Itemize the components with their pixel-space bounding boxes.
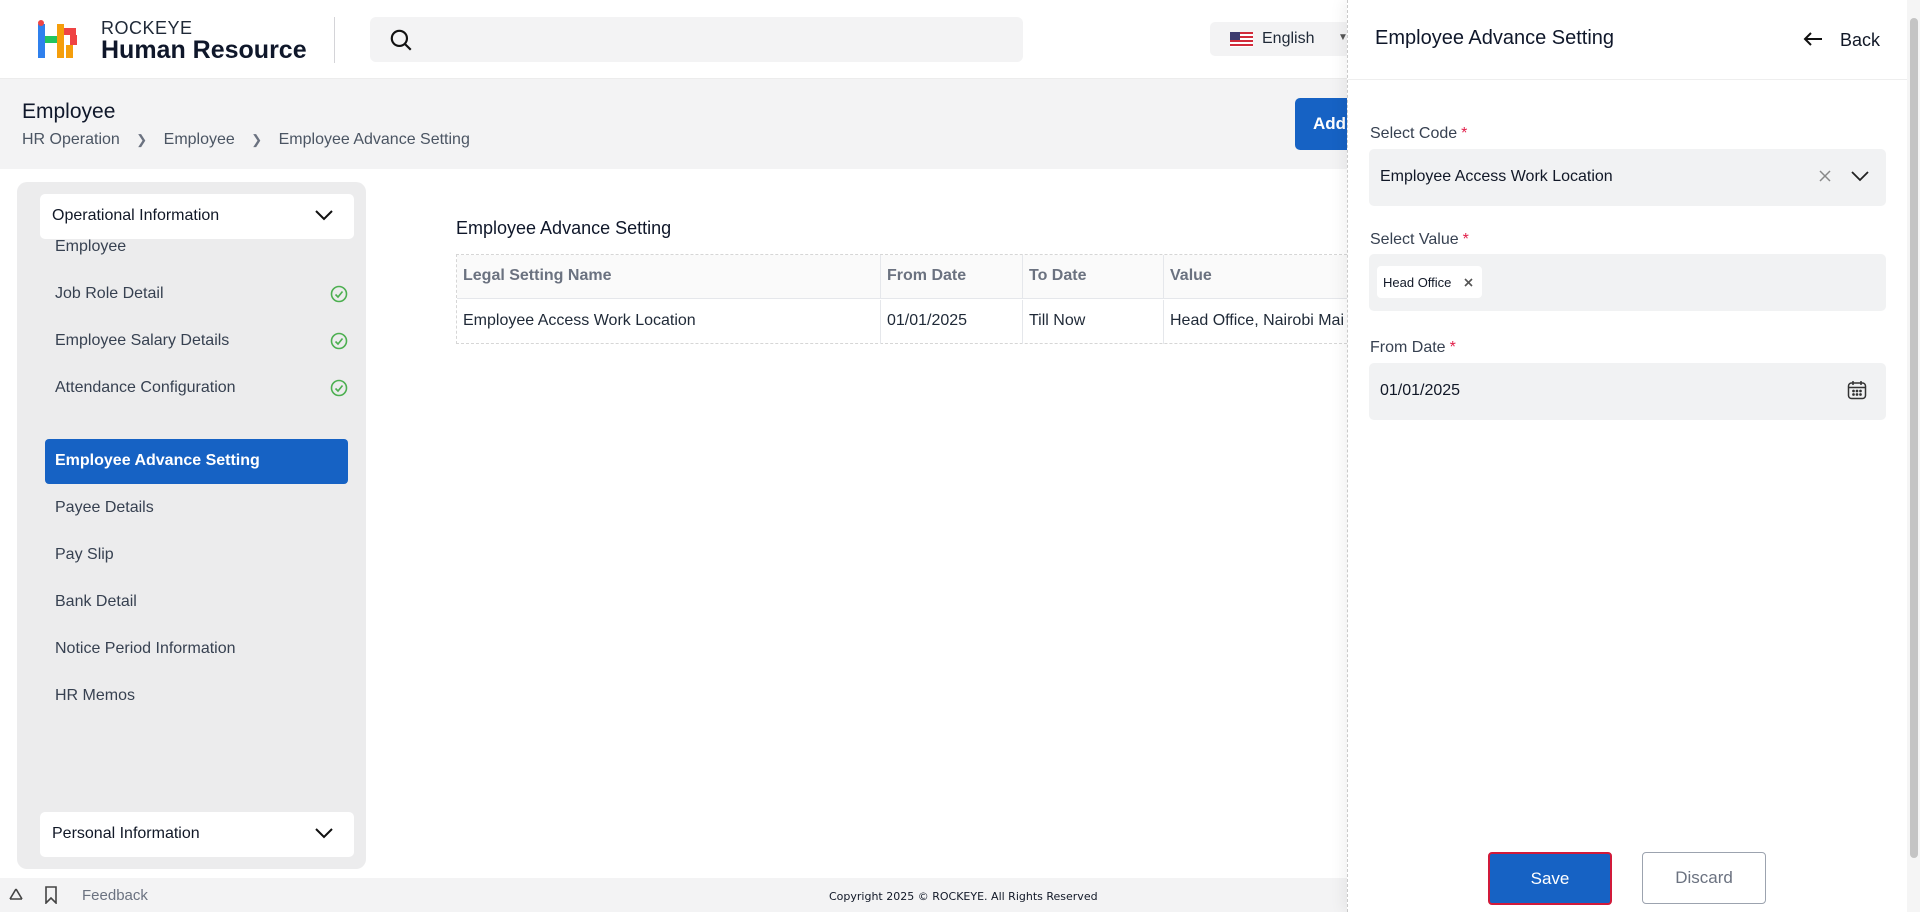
scrollbar-thumb[interactable]: [1910, 18, 1918, 858]
column-header: To Date: [1023, 255, 1164, 299]
chevron-right-icon: ❯: [136, 132, 148, 147]
arrow-left-icon: [1803, 32, 1822, 46]
search-icon: [390, 29, 412, 51]
table-header-row: Legal Setting Name From Date To Date Val…: [457, 255, 1348, 299]
header-divider: [334, 17, 335, 63]
language-selector[interactable]: English ▼: [1210, 22, 1350, 56]
table-title: Employee Advance Setting: [456, 218, 672, 238]
from-date-value: 01/01/2025: [1380, 382, 1461, 399]
sidebar-item-employee-advance-setting[interactable]: Employee Advance Setting: [45, 439, 348, 484]
select-value-label-text: Select Value: [1370, 231, 1459, 248]
back-button[interactable]: Back: [1803, 27, 1893, 53]
search-input[interactable]: [370, 17, 1023, 62]
sidebar-item-label: Employee: [55, 238, 127, 255]
sidebar-item-label: Bank Detail: [55, 593, 137, 610]
rockeye-logo: [38, 20, 77, 58]
select-value-label: Select Value *: [1370, 231, 1469, 249]
section-personal-information[interactable]: Personal Information: [40, 812, 354, 857]
sidebar-item-bank-detail[interactable]: Bank Detail: [45, 580, 348, 625]
sidebar-item-pay-slip[interactable]: Pay Slip: [45, 533, 348, 578]
table-cell: 01/01/2025: [881, 300, 1023, 344]
required-mark: *: [1461, 125, 1468, 142]
table-cell: Employee Access Work Location: [457, 300, 881, 344]
column-header: From Date: [881, 255, 1023, 299]
chevron-down-icon: [315, 828, 333, 839]
sidebar-item-label: Attendance Configuration: [55, 379, 236, 396]
section-title: Operational Information: [52, 207, 220, 224]
back-label: Back: [1840, 30, 1881, 50]
breadcrumb: HR Operation ❯ Employee ❯ Employee Advan…: [22, 131, 470, 149]
page-title: Employee: [22, 100, 116, 123]
chevron-down-icon: [315, 210, 333, 221]
from-date-label-text: From Date: [1370, 339, 1446, 356]
select-code-dropdown[interactable]: Employee Access Work Location: [1369, 149, 1886, 206]
sidebar-item-payee-details[interactable]: Payee Details: [45, 486, 348, 531]
required-mark: *: [1462, 231, 1469, 248]
select-value-multiselect[interactable]: Head Office: [1369, 254, 1886, 311]
column-header: Value: [1170, 267, 1212, 284]
recycle-icon[interactable]: [7, 886, 25, 904]
clear-icon[interactable]: [1818, 169, 1832, 183]
from-date-input[interactable]: 01/01/2025: [1369, 363, 1886, 420]
required-mark: *: [1449, 339, 1456, 356]
sidebar-item-label: HR Memos: [55, 687, 136, 704]
from-date-label: From Date *: [1370, 339, 1456, 357]
sidebar-item-label: Payee Details: [55, 499, 154, 516]
select-code-label-text: Select Code: [1370, 125, 1458, 142]
sidebar-item-employee-salary-details[interactable]: Employee Salary Details: [45, 319, 348, 364]
check-circle-icon: [330, 332, 348, 350]
breadcrumb-item-hr-operation[interactable]: HR Operation: [22, 131, 120, 148]
discard-button[interactable]: Discard: [1642, 852, 1766, 904]
breadcrumb-item-employee[interactable]: Employee: [164, 131, 235, 148]
advance-setting-table: Legal Setting Name From Date To Date Val…: [456, 254, 1348, 344]
select-code-label: Select Code *: [1370, 125, 1467, 143]
tag-label: Head Office: [1383, 275, 1452, 290]
sidebar-item-employee[interactable]: Employee: [45, 225, 348, 270]
select-code-value: Employee Access Work Location: [1380, 168, 1613, 185]
table-row[interactable]: Employee Access Work Location 01/01/2025…: [457, 300, 1348, 344]
sidebar-item-label: Employee Advance Setting: [55, 452, 260, 469]
sidebar-item-job-role-detail[interactable]: Job Role Detail: [45, 272, 348, 317]
language-label: English: [1262, 30, 1315, 47]
sidebar-item-label: Notice Period Information: [55, 640, 236, 657]
breadcrumb-item-current: Employee Advance Setting: [278, 131, 470, 148]
bookmark-icon[interactable]: [44, 886, 58, 904]
sidebar-item-label: Job Role Detail: [55, 285, 164, 302]
drawer-header: Employee Advance Setting Back: [1348, 0, 1908, 80]
sidebar-item-label: Employee Salary Details: [55, 332, 230, 349]
drawer-scrollbar[interactable]: [1907, 0, 1920, 912]
calendar-icon[interactable]: [1846, 379, 1868, 401]
us-flag-icon: [1230, 32, 1253, 47]
section-title: Personal Information: [52, 825, 200, 842]
copyright-text: Copyright 2025 © ROCKEYE. All Rights Res…: [829, 890, 1098, 903]
selected-value-tag: Head Office: [1377, 266, 1482, 298]
table-cell: Head Office, Nairobi Mai: [1170, 312, 1344, 329]
chevron-right-icon: ❯: [251, 132, 263, 147]
sidebar-item-label: Pay Slip: [55, 546, 114, 563]
check-circle-icon: [330, 379, 348, 397]
column-header: Legal Setting Name: [457, 255, 881, 299]
sidebar-item-notice-period-information[interactable]: Notice Period Information: [45, 627, 348, 672]
table-cell: Till Now: [1023, 300, 1164, 344]
footer: Feedback Copyright 2025 © ROCKEYE. All R…: [0, 878, 1347, 912]
feedback-link[interactable]: Feedback: [82, 887, 148, 904]
sidebar-item-attendance-configuration[interactable]: Attendance Configuration: [45, 366, 348, 411]
chevron-down-icon[interactable]: [1850, 170, 1870, 182]
add-button[interactable]: Add: [1295, 98, 1355, 150]
remove-tag-icon[interactable]: [1464, 278, 1473, 287]
sidebar: Operational Information Employee Job Rol…: [17, 182, 366, 869]
advance-setting-drawer: Employee Advance Setting Back Select Cod…: [1347, 0, 1920, 912]
brand-name-bottom: Human Resource: [101, 36, 307, 64]
check-circle-icon: [330, 285, 348, 303]
sidebar-item-hr-memos[interactable]: HR Memos: [45, 674, 348, 719]
save-button[interactable]: Save: [1488, 852, 1612, 905]
drawer-title: Employee Advance Setting: [1375, 27, 1615, 49]
